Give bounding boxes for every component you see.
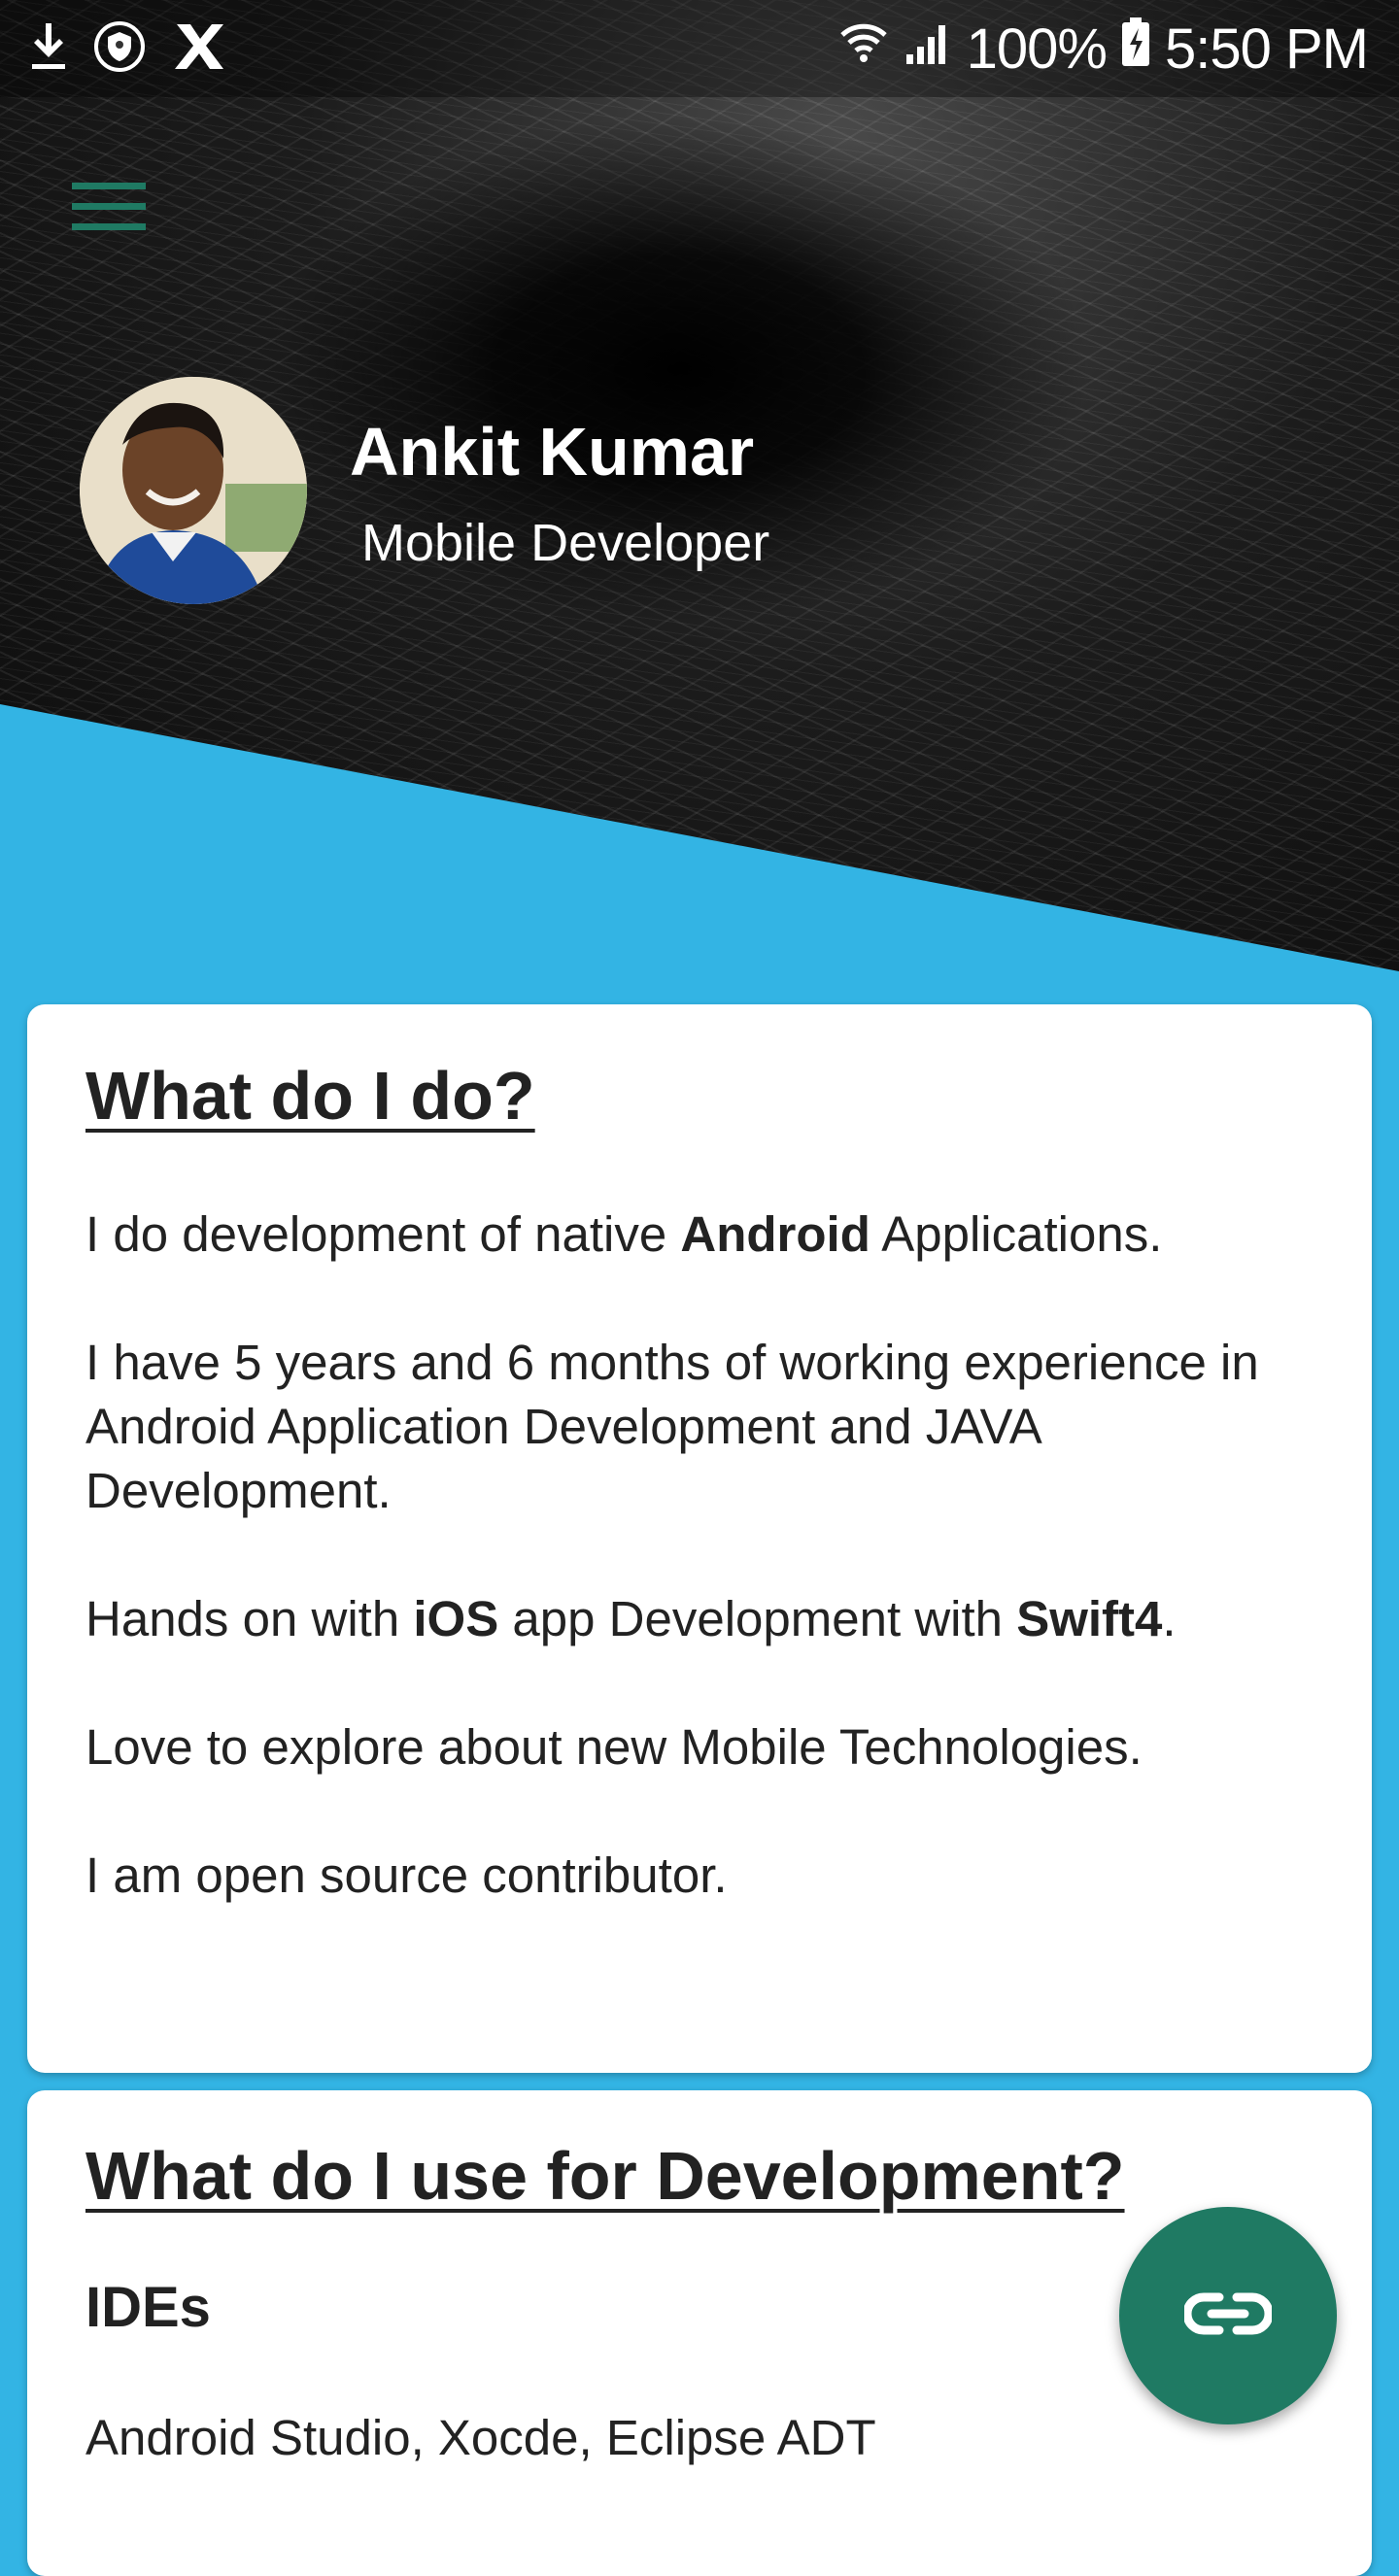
about-paragraph-explore: Love to explore about new Mobile Technol… (85, 1719, 1143, 1775)
text-span: . (1162, 1591, 1177, 1646)
about-paragraph-ios: Hands on with iOS app Development with S… (85, 1587, 1314, 1651)
link-fab-button[interactable] (1119, 2207, 1337, 2424)
x-app-icon (171, 20, 227, 78)
about-paragraph-android: I do development of native Android Appli… (85, 1203, 1314, 1267)
bold-text: Android (680, 1206, 870, 1262)
shield-icon (93, 20, 146, 78)
text-span: Hands on with (85, 1591, 414, 1646)
signal-icon (903, 17, 953, 82)
link-icon (1182, 2289, 1274, 2343)
menu-line (72, 182, 146, 189)
text-span: Applications. (870, 1206, 1163, 1262)
tools-card-title: What do I use for Development? (85, 2138, 1125, 2214)
status-left-icons (29, 19, 227, 78)
wifi-icon (838, 17, 889, 82)
about-card: What do I do? I do development of native… (27, 1004, 1372, 2073)
clock: 5:50 PM (1165, 17, 1369, 81)
menu-line (72, 202, 146, 210)
status-bar: 100% 5:50 PM (0, 0, 1399, 97)
about-card-title: What do I do? (85, 1058, 535, 1134)
about-paragraph-experience: I have 5 years and 6 months of working e… (85, 1335, 1259, 1518)
status-right-indicators: 100% 5:50 PM (838, 17, 1369, 81)
avatar (80, 377, 307, 604)
text-span: app Development with (498, 1591, 1017, 1646)
profile-name: Ankit Kumar (350, 414, 755, 490)
hamburger-menu-icon[interactable] (58, 165, 159, 247)
menu-line (72, 222, 146, 230)
battery-percentage: 100% (966, 17, 1108, 81)
profile-role: Mobile Developer (361, 514, 770, 572)
download-icon (29, 21, 68, 77)
ides-list: Android Studio, Xocde, Eclipse ADT (85, 2410, 876, 2465)
about-paragraph-open-source: I am open source contributor. (85, 1847, 728, 1903)
battery-charging-icon (1120, 16, 1151, 82)
bold-text: Swift4 (1016, 1591, 1163, 1646)
bold-text: iOS (413, 1591, 499, 1646)
text-span: I do development of native (85, 1206, 681, 1262)
